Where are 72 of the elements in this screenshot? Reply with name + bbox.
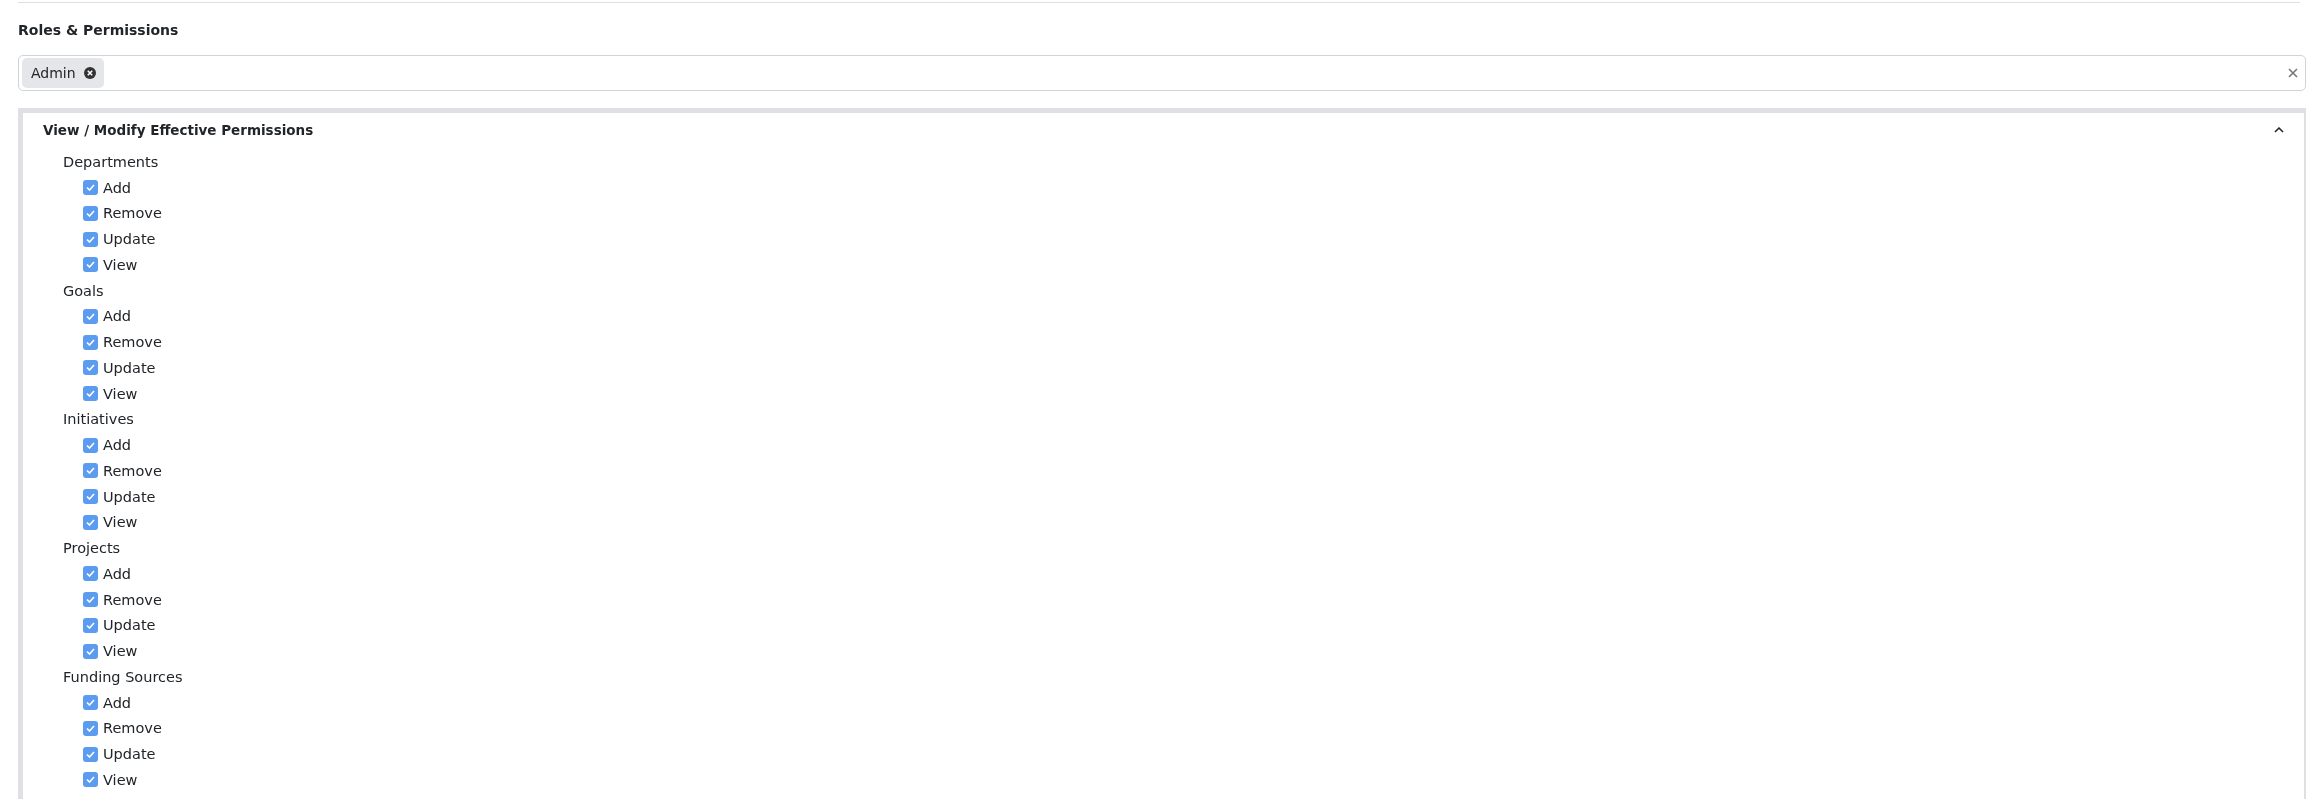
checkbox-label: View [103,514,138,531]
checkbox[interactable] [83,746,98,762]
group-label: Projects [63,540,121,557]
clear-icon[interactable] [2288,68,2298,78]
check-icon [86,518,95,526]
check-icon [86,570,95,578]
role-select[interactable]: Admin [18,55,2306,91]
group-label: Goals [63,282,104,299]
check-icon [86,364,95,372]
check-icon [86,338,95,346]
check-icon [86,596,95,604]
checkbox-label: View [103,771,138,788]
checkbox-label: Update [103,617,156,634]
remove-tag-icon[interactable] [83,67,96,79]
check-icon [86,493,95,501]
checkbox[interactable] [83,205,98,221]
checkbox-label: Add [103,694,132,711]
checkbox[interactable] [83,180,98,196]
checkbox[interactable] [83,231,98,247]
group-label: Initiatives [63,411,134,428]
checkbox[interactable] [83,695,98,711]
checkbox-label: Remove [103,591,162,608]
checkbox[interactable] [83,437,98,453]
checkbox-label: Update [103,746,156,763]
check-icon [86,261,95,269]
checkbox[interactable] [83,463,98,479]
checkbox-label: Remove [103,720,162,737]
check-icon [86,312,95,320]
check-icon [86,390,95,398]
checkbox-label: Add [103,437,132,454]
checkbox-label: Update [103,231,156,248]
checkbox[interactable] [83,643,98,659]
checkbox[interactable] [83,386,98,402]
checkbox[interactable] [83,257,98,273]
check-icon [86,699,95,707]
collapse-button[interactable] [2274,127,2284,133]
section-title: Roles & Permissions [18,21,179,39]
checkbox[interactable] [83,308,98,324]
checkbox-label: Add [103,308,132,325]
panel-title: View / Modify Effective Permissions [43,122,314,138]
checkbox-label: Add [103,179,132,196]
check-icon [86,776,95,784]
checkbox-label: View [103,385,138,402]
checkbox[interactable] [83,592,98,608]
tag-label: Admin [31,65,76,81]
check-icon [86,647,95,655]
check-icon [86,209,95,217]
check-icon [86,441,95,449]
checkbox-label: Update [103,359,156,376]
checkbox[interactable] [83,617,98,633]
checkbox-label: Remove [103,334,162,351]
checkbox[interactable] [83,566,98,582]
check-icon [86,750,95,758]
check-icon [86,621,95,629]
check-icon [86,724,95,732]
check-icon [86,184,95,192]
checkbox[interactable] [83,720,98,736]
checkbox-label: Remove [103,205,162,222]
check-icon [86,467,95,475]
checkbox-label: View [103,643,138,660]
checkbox-label: View [103,256,138,273]
group-label: Departments [63,153,159,170]
checkbox-label: Remove [103,462,162,479]
check-icon [86,235,95,243]
checkbox[interactable] [83,360,98,376]
checkbox[interactable] [83,489,98,505]
checkbox-label: Update [103,488,156,505]
checkbox-label: Add [103,565,132,582]
checkbox[interactable] [83,772,98,788]
checkbox[interactable] [83,334,98,350]
group-label: Funding Sources [63,668,183,685]
checkbox[interactable] [83,514,98,530]
